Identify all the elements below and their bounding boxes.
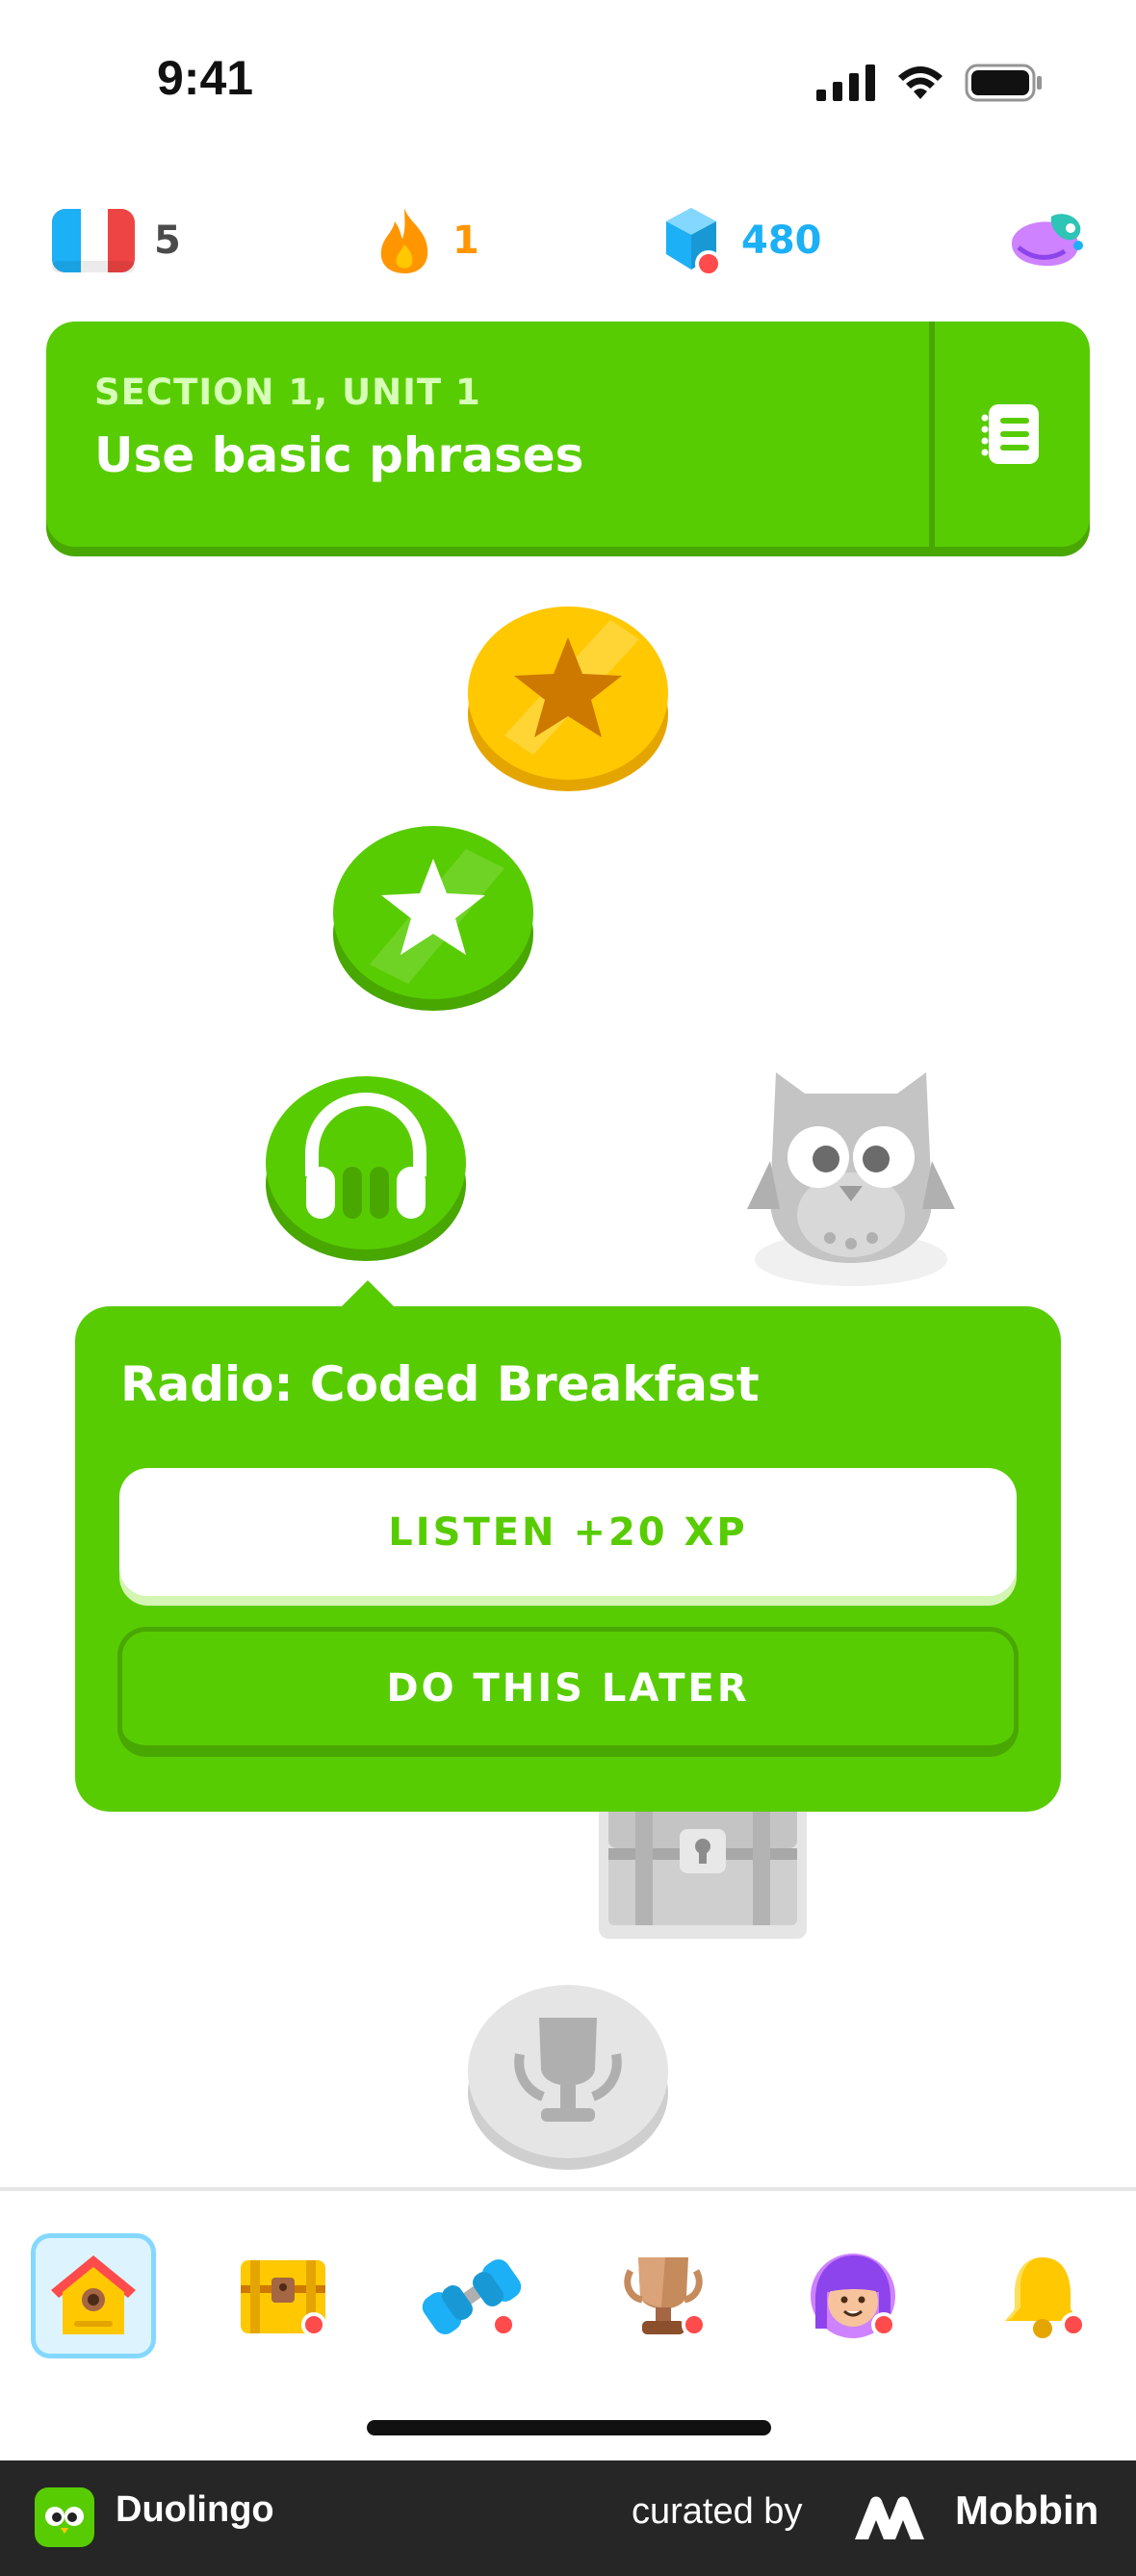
notification-dot	[871, 2312, 896, 2337]
lesson-node-gold[interactable]	[466, 601, 670, 793]
duo-owl-mascot	[737, 1045, 965, 1288]
notification-dot	[301, 2312, 326, 2337]
lesson-node-star[interactable]	[331, 820, 535, 1013]
unit-section-label: SECTION 1, UNIT 1	[94, 372, 481, 413]
locked-trophy-node[interactable]	[466, 1979, 670, 2172]
tab-leaderboards[interactable]	[601, 2233, 726, 2358]
star-icon	[333, 826, 533, 1011]
gems-counter[interactable]: 480	[662, 202, 822, 279]
do-this-later-button[interactable]: DO THIS LATER	[117, 1627, 1019, 1757]
tab-notifications[interactable]	[980, 2233, 1105, 2358]
battery-icon	[965, 64, 1042, 102]
super-button[interactable]	[1007, 202, 1086, 279]
flame-icon	[380, 208, 428, 273]
guidebook-icon	[981, 404, 1039, 464]
headphones-icon	[266, 1076, 466, 1261]
footer-curated-by: curated by	[632, 2491, 803, 2532]
listen-button[interactable]: LISTEN +20 XP	[119, 1468, 1017, 1596]
gem-icon	[666, 208, 722, 277]
flag-france-icon	[52, 209, 135, 272]
duolingo-logo-icon	[35, 2487, 94, 2547]
streak-counter[interactable]: 1	[375, 202, 479, 279]
trophy-icon	[468, 1985, 668, 2170]
notification-dot	[491, 2312, 516, 2337]
lesson-node-radio[interactable]	[264, 1070, 468, 1263]
popover-title: Radio: Coded Breakfast	[120, 1356, 760, 1412]
footer-app-name: Duolingo	[116, 2489, 274, 2530]
mobbin-footer: Duolingo curated by Mobbin	[0, 2460, 1136, 2576]
app-screen: 9:41 5 1 480 SECTION 1, UNIT 1 Use basic…	[0, 0, 1136, 2576]
owl-icon	[747, 1072, 955, 1286]
wifi-icon	[898, 66, 942, 99]
notification-dot	[682, 2312, 707, 2337]
tab-chest[interactable]	[220, 2233, 346, 2358]
unit-title: Use basic phrases	[94, 427, 584, 483]
footer-brand: Mobbin	[955, 2487, 1099, 2533]
home-indicator	[367, 2420, 771, 2435]
chest-icon	[599, 1790, 807, 1939]
unit-header[interactable]: SECTION 1, UNIT 1 Use basic phrases	[46, 322, 1090, 547]
guidebook-button[interactable]	[935, 322, 1090, 547]
language-level: 5	[154, 219, 181, 263]
tab-profile[interactable]	[790, 2233, 916, 2358]
status-time: 9:41	[157, 51, 254, 105]
mobbin-logo-icon	[855, 2496, 924, 2539]
streak-value: 1	[452, 219, 479, 263]
super-duo-icon	[1011, 214, 1083, 267]
language-selector[interactable]: 5	[52, 202, 181, 279]
lesson-popover: Radio: Coded Breakfast LISTEN +20 XP DO …	[75, 1306, 1061, 1812]
gold-star-icon	[468, 606, 668, 791]
gems-value: 480	[741, 219, 822, 263]
popover-arrow	[339, 1280, 397, 1309]
home-icon	[51, 2255, 136, 2334]
locked-chest-node[interactable]	[599, 1790, 807, 1941]
tab-home[interactable]	[31, 2233, 156, 2358]
notification-dot	[1061, 2312, 1086, 2337]
signal-icon	[816, 64, 875, 101]
tab-practice[interactable]	[410, 2233, 535, 2358]
status-icons	[816, 64, 1044, 102]
